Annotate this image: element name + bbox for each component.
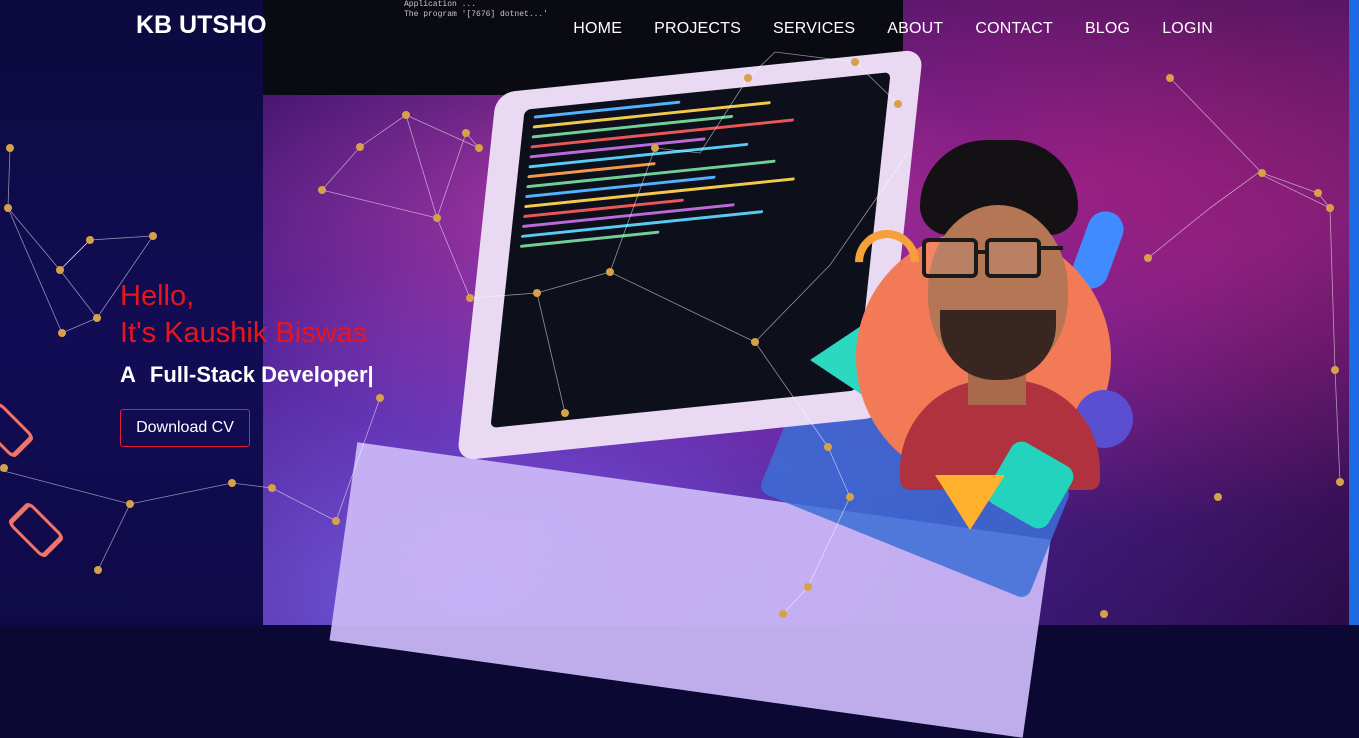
brand-logo-text[interactable]: KB UTSHO <box>136 11 267 40</box>
nav-contact-link[interactable]: CONTACT <box>975 20 1053 38</box>
nav-login-link[interactable]: LOGIN <box>1162 20 1213 38</box>
nav-blog-link[interactable]: BLOG <box>1085 20 1130 38</box>
hero-role: A Full-Stack Developer| <box>120 362 374 388</box>
nav-links: HOME PROJECTS SERVICES ABOUT CONTACT BLO… <box>573 20 1213 38</box>
nav-projects-link[interactable]: PROJECTS <box>654 20 741 38</box>
hero-name: It's Kaushik Biswas <box>120 317 368 349</box>
hero-role-prefix: A <box>120 362 136 387</box>
download-cv-button[interactable]: Download CV <box>120 409 250 447</box>
top-navbar: KB UTSHO HOME PROJECTS SERVICES ABOUT CO… <box>0 0 1349 60</box>
vertical-scrollbar[interactable] <box>1349 0 1359 625</box>
nav-home-link[interactable]: HOME <box>573 20 622 38</box>
nav-services-link[interactable]: SERVICES <box>773 20 855 38</box>
hero-intro: Hello, It's Kaushik Biswas A Full-Stack D… <box>120 278 374 388</box>
hero-role-typed: Full-Stack Developer| <box>149 362 374 387</box>
hero-greeting: Hello, <box>120 280 195 312</box>
nav-about-link[interactable]: ABOUT <box>887 20 943 38</box>
